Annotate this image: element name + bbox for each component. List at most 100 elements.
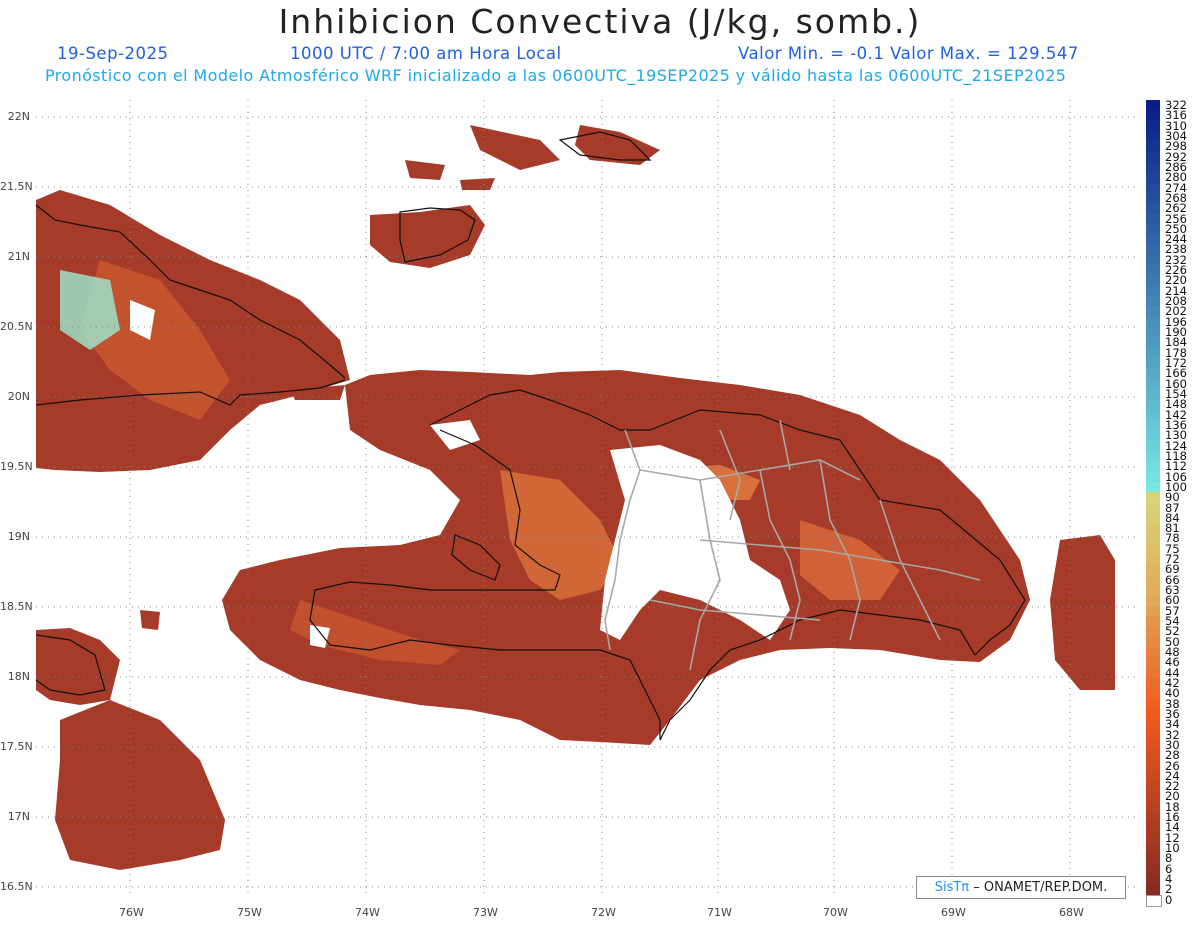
colorbar-swatch (1146, 605, 1160, 617)
colorbar-swatch (1146, 213, 1160, 225)
colorbar-swatch (1146, 223, 1160, 235)
colorbar-swatch (1146, 543, 1160, 555)
colorbar-swatch (1146, 853, 1160, 865)
colorbar-swatch (1146, 265, 1160, 276)
colorbar-swatch (1146, 358, 1160, 369)
colorbar-swatch (1146, 667, 1160, 679)
colorbar-swatch (1146, 141, 1160, 153)
colorbar-swatch (1146, 616, 1160, 627)
lon-label: 68W (1059, 906, 1084, 919)
colorbar-swatch (1146, 595, 1160, 607)
colorbar-swatch (1146, 729, 1160, 741)
colorbar-swatch (1146, 502, 1160, 514)
colorbar-swatch (1146, 801, 1160, 813)
colorbar-swatch (1146, 203, 1160, 215)
colorbar-swatch (1146, 657, 1160, 669)
colorbar-swatch (1146, 100, 1160, 111)
colorbar-swatch (1146, 161, 1160, 173)
colorbar-swatch (1146, 316, 1160, 328)
colorbar-swatch (1146, 832, 1160, 844)
colorbar-swatch (1146, 182, 1160, 194)
colorbar-swatch (1146, 110, 1160, 122)
colorbar-swatch (1146, 822, 1160, 834)
colorbar-swatch (1146, 564, 1160, 576)
colorbar-swatch (1146, 192, 1160, 204)
colorbar-swatch (1146, 677, 1160, 689)
colorbar-swatch (1146, 791, 1160, 803)
colorbar-swatch (1146, 739, 1160, 751)
colorbar-swatch (1146, 151, 1160, 163)
colorbar-swatch (1146, 450, 1160, 462)
lon-label: 69W (941, 906, 966, 919)
lat-label: 18.5N (0, 600, 33, 613)
map-canvas (35, 100, 1139, 895)
colorbar-swatch (1146, 120, 1160, 132)
lat-label: 19.5N (0, 460, 33, 473)
colorbar-swatch (1146, 440, 1160, 452)
colorbar-swatch (1146, 461, 1160, 473)
colorbar-swatch (1146, 894, 1162, 908)
colorbar-swatch (1146, 770, 1160, 782)
colorbar-swatch (1146, 874, 1160, 885)
lat-label: 20N (7, 390, 30, 403)
colorbar-swatch (1146, 388, 1160, 400)
colorbar-swatch (1146, 172, 1160, 184)
lat-label: 20.5N (0, 320, 33, 333)
colorbar-swatch (1146, 275, 1160, 287)
colorbar-swatch (1146, 327, 1160, 338)
colorbar-swatch (1146, 378, 1160, 390)
lat-label: 19N (7, 530, 30, 543)
lat-label: 21.5N (0, 180, 33, 193)
colorbar-swatch (1146, 843, 1160, 854)
colorbar-swatch (1146, 750, 1160, 761)
colorbar-swatch (1146, 244, 1160, 256)
lon-label: 76W (119, 906, 144, 919)
colorbar-swatch (1146, 285, 1160, 297)
colorbar-swatch (1146, 512, 1160, 524)
lat-label: 18N (7, 670, 30, 683)
lon-label: 74W (355, 906, 380, 919)
colorbar-swatch (1146, 719, 1160, 731)
lon-label: 70W (823, 906, 848, 919)
lat-label: 17N (7, 810, 30, 823)
colorbar-swatch (1146, 481, 1160, 493)
lon-label: 72W (591, 906, 616, 919)
colorbar-swatch (1146, 492, 1160, 503)
colorbar-swatch (1146, 688, 1160, 700)
colorbar-label: 0 (1165, 892, 1173, 907)
colorbar-swatch (1146, 254, 1160, 266)
colorbar-swatch (1146, 533, 1160, 545)
colorbar-swatch (1146, 234, 1160, 245)
colorbar-swatch (1146, 646, 1160, 658)
colorbar-swatch (1146, 554, 1160, 565)
credit-box: SisTπ – ONAMET/REP.DOM. (916, 876, 1126, 899)
colorbar-swatch (1146, 708, 1160, 720)
colorbar-swatch (1146, 419, 1160, 431)
onamet-credit: – ONAMET/REP.DOM. (969, 880, 1108, 895)
colorbar-swatch (1146, 884, 1160, 896)
colorbar-swatch (1146, 347, 1160, 359)
colorbar-swatch (1146, 760, 1160, 772)
colorbar-swatch (1146, 781, 1160, 792)
colorbar-swatch (1146, 574, 1160, 586)
colorbar-swatch (1146, 812, 1160, 823)
lat-label: 21N (7, 250, 30, 263)
colorbar-swatch (1146, 337, 1160, 349)
colorbar-swatch (1146, 130, 1160, 142)
colorbar-swatch (1146, 368, 1160, 380)
colorbar-swatch (1146, 863, 1160, 875)
colorbar-swatch (1146, 409, 1160, 421)
sistpi-logo-text: SisTπ (934, 880, 970, 895)
colorbar-swatch (1146, 698, 1160, 710)
lon-label: 75W (237, 906, 262, 919)
colorbar-swatch (1146, 471, 1160, 483)
lon-label: 73W (473, 906, 498, 919)
lat-label: 16.5N (0, 880, 33, 893)
colorbar-swatch (1146, 585, 1160, 596)
colorbar-swatch (1146, 636, 1160, 648)
colorbar-swatch (1146, 399, 1160, 411)
lat-label: 17.5N (0, 740, 33, 753)
colorbar-swatch (1146, 306, 1160, 318)
lon-label: 71W (707, 906, 732, 919)
lat-label: 22N (7, 110, 30, 123)
